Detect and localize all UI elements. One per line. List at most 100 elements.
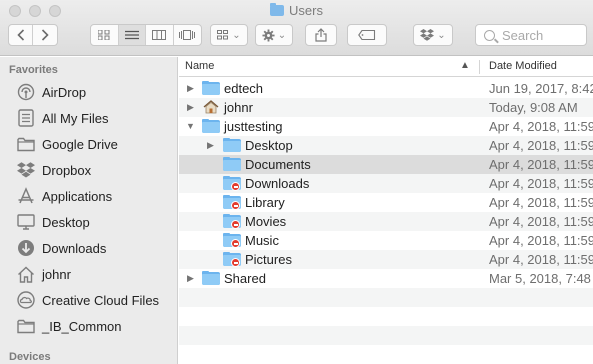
folder-icon [270,3,285,16]
disclosure-collapsed-icon[interactable]: ▶ [187,273,194,284]
arrange-button[interactable]: ⌄ [210,24,248,46]
columns-icon [152,30,167,40]
file-name: Downloads [245,176,310,191]
file-name: edtech [224,81,264,96]
sidebar-item-airdrop[interactable]: AirDrop [16,79,176,105]
chevron-down-icon: ⌄ [437,29,446,41]
sidebar-item-dropbox[interactable]: Dropbox [16,157,176,183]
view-mode-control [90,24,202,46]
sidebar: Favorites AirDrop All My Files Google Dr… [0,57,178,364]
chevron-down-icon: ⌄ [277,29,287,41]
table-row[interactable]: Music Apr 4, 2018, 11:59 [179,231,593,250]
back-button[interactable] [9,25,34,45]
sidebar-item-johnr[interactable]: johnr [16,261,176,287]
date-modified: Apr 4, 2018, 11:59 [489,157,593,172]
file-name: justtesting [224,119,283,134]
date-modified: Apr 4, 2018, 11:59 [489,195,593,210]
grid-icon [98,30,110,40]
empty-row [179,288,593,307]
tags-button[interactable] [347,24,387,46]
sidebar-item-applications[interactable]: Applications [16,183,176,209]
date-modified: Today, 9:08 AM [489,100,578,115]
column-header-date-modified[interactable]: Date Modified [489,60,557,72]
icon-view-button[interactable] [91,25,119,45]
home-icon [16,265,36,283]
table-row[interactable]: ▶ johnr Today, 9:08 AM [179,98,593,117]
sidebar-item-label: Downloads [42,240,107,256]
sidebar-item-label: _IB_Common [42,318,122,334]
folder-icon [16,135,36,153]
sidebar-item-ib-common[interactable]: _IB_Common [16,313,176,339]
chevron-right-icon [41,29,49,41]
list-view-button[interactable] [118,25,146,45]
airdrop-icon [16,83,36,101]
share-button[interactable] [305,24,337,46]
disclosure-collapsed-icon[interactable]: ▶ [207,140,214,151]
date-modified: Jun 19, 2017, 8:42 [489,81,593,96]
finder-window: Users ⌄ ⌄ ⌄ Search Favorites AirDrop All… [0,0,593,364]
table-row[interactable]: Downloads Apr 4, 2018, 11:59 [179,174,593,193]
sidebar-item-label: Google Drive [42,136,118,152]
column-divider[interactable] [479,60,480,74]
dropbox-icon [16,161,36,179]
home-icon [203,100,221,114]
file-name: Shared [224,271,266,286]
applications-icon [16,187,36,205]
list-header: Name ▲ Date Modified [179,57,593,77]
sidebar-heading-devices: Devices [9,351,51,363]
restricted-folder-icon [223,233,241,248]
sidebar-item-creative-cloud-files[interactable]: Creative Cloud Files [16,287,176,313]
disclosure-expanded-icon[interactable]: ▼ [186,121,195,131]
cover-flow-icon [179,30,196,40]
action-button[interactable]: ⌄ [255,24,293,46]
file-name: Desktop [245,138,293,153]
table-row[interactable]: Movies Apr 4, 2018, 11:59 [179,212,593,231]
sidebar-item-downloads[interactable]: Downloads [16,235,176,261]
arrange-icon [217,30,229,40]
restricted-folder-icon [223,176,241,191]
restricted-folder-icon [223,195,241,210]
table-row[interactable]: Library Apr 4, 2018, 11:59 [179,193,593,212]
folder-icon [202,119,220,133]
disclosure-collapsed-icon[interactable]: ▶ [187,83,194,94]
file-name: Documents [245,157,311,172]
table-row[interactable]: ▶ Desktop Apr 4, 2018, 11:59 [179,136,593,155]
sidebar-item-label: Applications [42,188,113,204]
column-header-name[interactable]: Name [185,60,214,72]
tag-icon [358,30,376,40]
dropbox-button[interactable]: ⌄ [413,24,453,46]
sort-ascending-icon[interactable]: ▲ [460,60,470,71]
sidebar-item-label: All My Files [42,110,109,126]
table-row[interactable]: Pictures Apr 4, 2018, 11:59 [179,250,593,269]
search-field[interactable]: Search [475,24,587,46]
gear-icon [262,28,275,42]
chevron-left-icon [16,29,24,41]
chevron-down-icon: ⌄ [232,29,241,41]
cover-flow-button[interactable] [174,25,201,45]
table-row[interactable]: ▶ Shared Mar 5, 2018, 7:48 [179,269,593,288]
table-row[interactable]: ▼ justtesting Apr 4, 2018, 11:59 [179,117,593,136]
folder-icon [223,138,241,152]
date-modified: Apr 4, 2018, 11:59 [489,138,593,153]
folder-icon [202,81,220,95]
sidebar-item-google-drive[interactable]: Google Drive [16,131,176,157]
disclosure-collapsed-icon[interactable]: ▶ [187,102,194,113]
table-row-selected[interactable]: Documents Apr 4, 2018, 11:59 [179,155,593,174]
date-modified: Apr 4, 2018, 11:59 [489,214,593,229]
table-row[interactable]: ▶ edtech Jun 19, 2017, 8:42 [179,79,593,98]
date-modified: Apr 4, 2018, 11:59 [489,233,593,248]
toolbar: Users ⌄ ⌄ ⌄ Search [0,0,593,56]
restricted-folder-icon [223,252,241,267]
sidebar-item-desktop[interactable]: Desktop [16,209,176,235]
search-icon [484,29,495,41]
sidebar-item-all-my-files[interactable]: All My Files [16,105,176,131]
list-icon [124,30,139,40]
column-view-button[interactable] [146,25,174,45]
forward-button[interactable] [33,25,57,45]
date-modified: Apr 4, 2018, 11:59 [489,176,593,191]
date-modified: Apr 4, 2018, 11:59 [489,252,593,267]
sidebar-heading-favorites: Favorites [9,64,58,76]
sidebar-item-label: Creative Cloud Files [42,292,160,308]
date-modified: Mar 5, 2018, 7:48 [489,271,591,286]
date-modified: Apr 4, 2018, 11:59 [489,119,593,134]
